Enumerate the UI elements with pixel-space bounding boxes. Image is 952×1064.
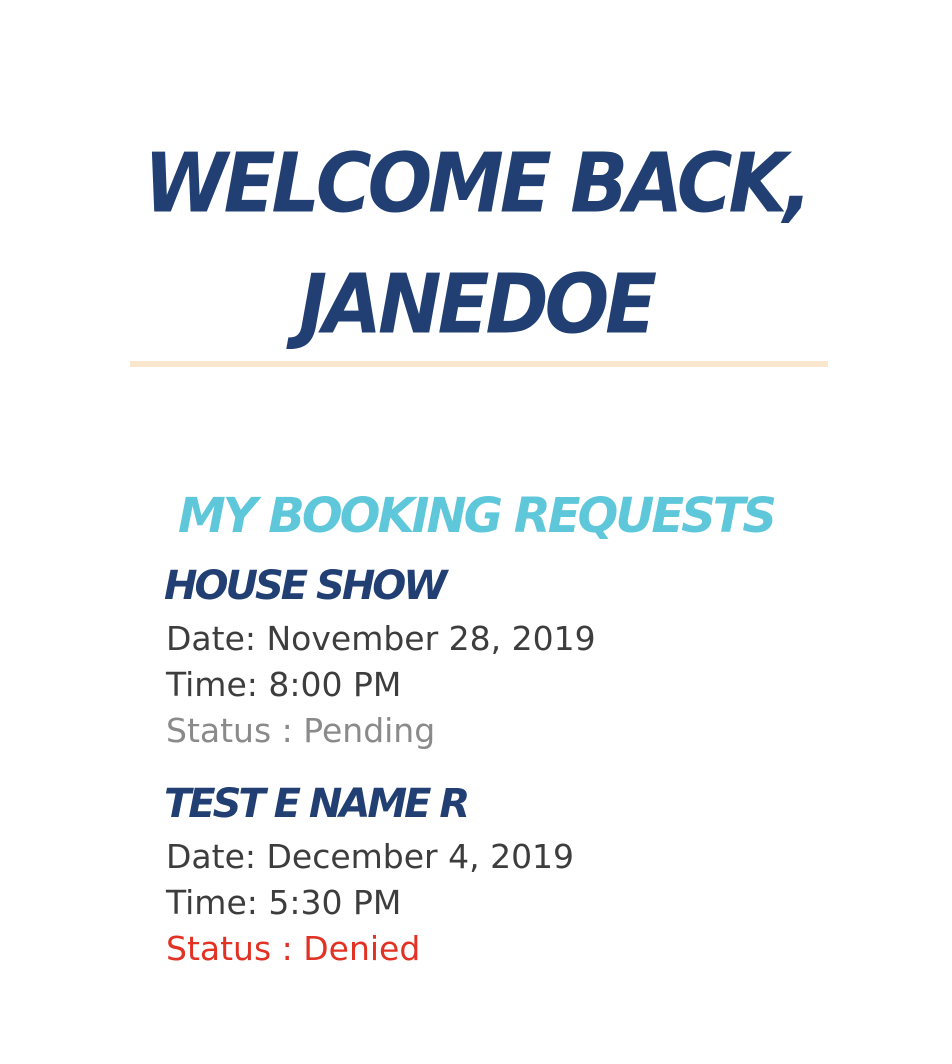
booking-name: Test E Name R — [164, 781, 470, 827]
booking-request-item: Test E Name R Date: December 4, 2019 Tim… — [164, 774, 866, 972]
welcome-heading: Welcome Back, janedoe — [0, 123, 952, 365]
welcome-line-1: Welcome Back, — [143, 134, 813, 231]
booking-date: Date: December 4, 2019 — [166, 837, 575, 876]
booking-time: Time: 8:00 PM — [166, 665, 402, 704]
section-divider — [130, 361, 828, 367]
booking-name: House Show — [164, 563, 447, 609]
booking-date: Date: November 28, 2019 — [166, 619, 596, 658]
booking-status-pending: Status : Pending — [166, 711, 436, 750]
booking-request-item: House Show Date: November 28, 2019 Time:… — [164, 556, 866, 754]
welcome-username: janedoe — [298, 255, 657, 352]
booking-requests-heading: My Booking Requests — [178, 487, 777, 544]
booking-time: Time: 5:30 PM — [166, 883, 402, 922]
booking-status-denied: Status : Denied — [166, 929, 421, 968]
